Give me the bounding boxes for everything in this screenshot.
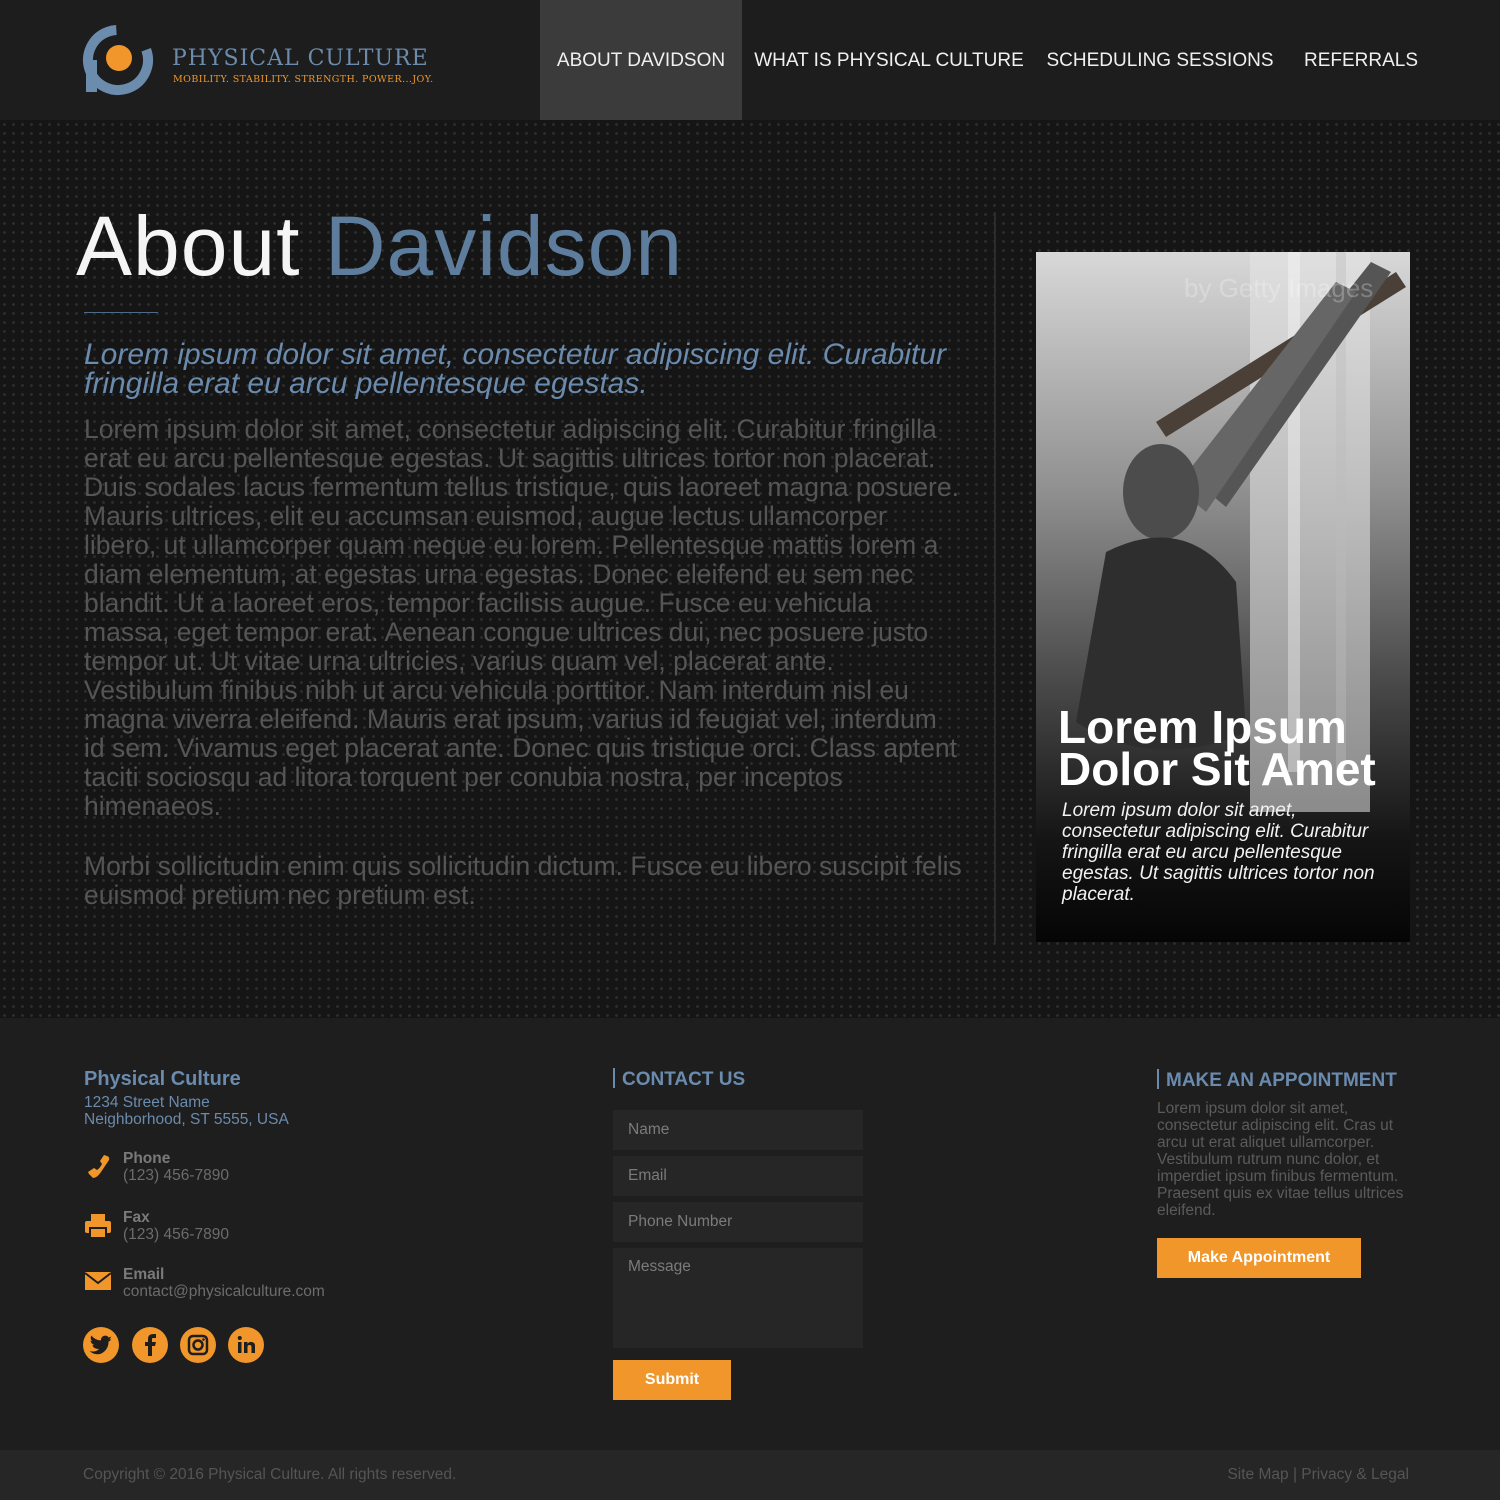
appointment-section-title: MAKE AN APPOINTMENT	[1157, 1069, 1397, 1092]
fax-value: (123) 456-7890	[123, 1226, 229, 1243]
nav-item-about-davidson[interactable]: ABOUT DAVIDSON	[540, 0, 742, 120]
watermark-text: by Getty Images	[1184, 273, 1373, 303]
vertical-divider	[994, 212, 996, 942]
make-appointment-button[interactable]: Make Appointment	[1157, 1238, 1361, 1278]
footer-address: 1234 Street Name Neighborhood, ST 5555, …	[84, 1094, 289, 1128]
email-value[interactable]: contact@physicalculture.com	[123, 1283, 325, 1301]
fax-label: Fax	[123, 1209, 150, 1226]
appointment-title-text: MAKE AN APPOINTMENT	[1166, 1070, 1397, 1091]
page-title: About Davidson	[76, 198, 683, 295]
card-text: Lorem ipsum dolor sit amet, consectetur …	[1062, 800, 1375, 905]
site-map-link[interactable]: Site Map	[1227, 1466, 1288, 1483]
email-field[interactable]	[613, 1156, 863, 1196]
feature-card[interactable]: by Getty Images Lorem Ipsum Dolor Sit Am…	[1036, 252, 1410, 942]
logo-name: PHYSICAL CULTURE	[172, 46, 429, 71]
main-content: About Davidson Lorem ipsum dolor sit ame…	[0, 120, 1500, 1018]
privacy-legal-link[interactable]: Privacy & Legal	[1301, 1466, 1409, 1483]
phone-number-field[interactable]	[613, 1202, 863, 1242]
legal-links: Site Map | Privacy & Legal	[1227, 1466, 1409, 1484]
name-field[interactable]	[613, 1110, 863, 1150]
phone-value[interactable]: (123) 456-7890	[123, 1167, 229, 1185]
instagram-icon[interactable]	[180, 1327, 216, 1363]
title-divider	[84, 312, 158, 313]
address-line-2: Neighborhood, ST 5555, USA	[84, 1111, 289, 1128]
email-icon	[84, 1272, 112, 1290]
submit-button[interactable]: Submit	[613, 1360, 731, 1400]
copyright-text: Copyright © 2016 Physical Culture. All r…	[83, 1466, 457, 1483]
footer-company-name: Physical Culture	[84, 1068, 241, 1090]
logo[interactable]: PHYSICAL CULTURE MOBILITY. STABILITY. ST…	[82, 24, 442, 96]
site-header: PHYSICAL CULTURE MOBILITY. STABILITY. ST…	[0, 0, 1500, 120]
linkedin-icon[interactable]	[228, 1327, 264, 1363]
email-label: Email	[123, 1266, 165, 1283]
card-heading: Lorem Ipsum Dolor Sit Amet	[1058, 701, 1376, 795]
phone-icon	[88, 1155, 110, 1178]
body-paragraph-2: Morbi sollicitudin enim quis sollicitudi…	[84, 851, 962, 910]
body-paragraph-1: Lorem ipsum dolor sit amet, consectetur …	[84, 414, 959, 821]
phone-label: Phone	[123, 1150, 171, 1167]
facebook-icon[interactable]	[132, 1327, 168, 1363]
appointment-text: Lorem ipsum dolor sit amet, consectetur …	[1157, 1100, 1404, 1219]
message-field[interactable]	[613, 1248, 863, 1348]
contact-section-title: CONTACT US	[613, 1068, 745, 1091]
site-footer: Physical Culture 1234 Street Name Neighb…	[0, 1018, 1500, 1450]
fax-icon	[85, 1214, 111, 1239]
nav-item-referrals[interactable]: REFERRALS	[1296, 0, 1426, 120]
twitter-icon[interactable]	[83, 1327, 119, 1363]
link-separator: |	[1292, 1466, 1297, 1483]
nav-item-what-is-physical-culture[interactable]: WHAT IS PHYSICAL CULTURE	[754, 0, 1024, 120]
page-title-part1: About	[76, 199, 301, 293]
bottom-bar: Copyright © 2016 Physical Culture. All r…	[0, 1450, 1500, 1500]
title-bar	[1157, 1069, 1159, 1089]
page-title-part2: Davidson	[324, 199, 684, 293]
contact-title-text: CONTACT US	[622, 1069, 746, 1090]
logo-tagline: MOBILITY. STABILITY. STRENGTH. POWER...J…	[173, 74, 434, 85]
address-line-1: 1234 Street Name	[84, 1094, 210, 1111]
title-bar	[613, 1068, 615, 1088]
nav-item-scheduling-sessions[interactable]: SCHEDULING SESSIONS	[1044, 0, 1276, 120]
logo-mark-icon	[83, 25, 153, 95]
lead-text: Lorem ipsum dolor sit amet, consectetur …	[84, 338, 947, 400]
